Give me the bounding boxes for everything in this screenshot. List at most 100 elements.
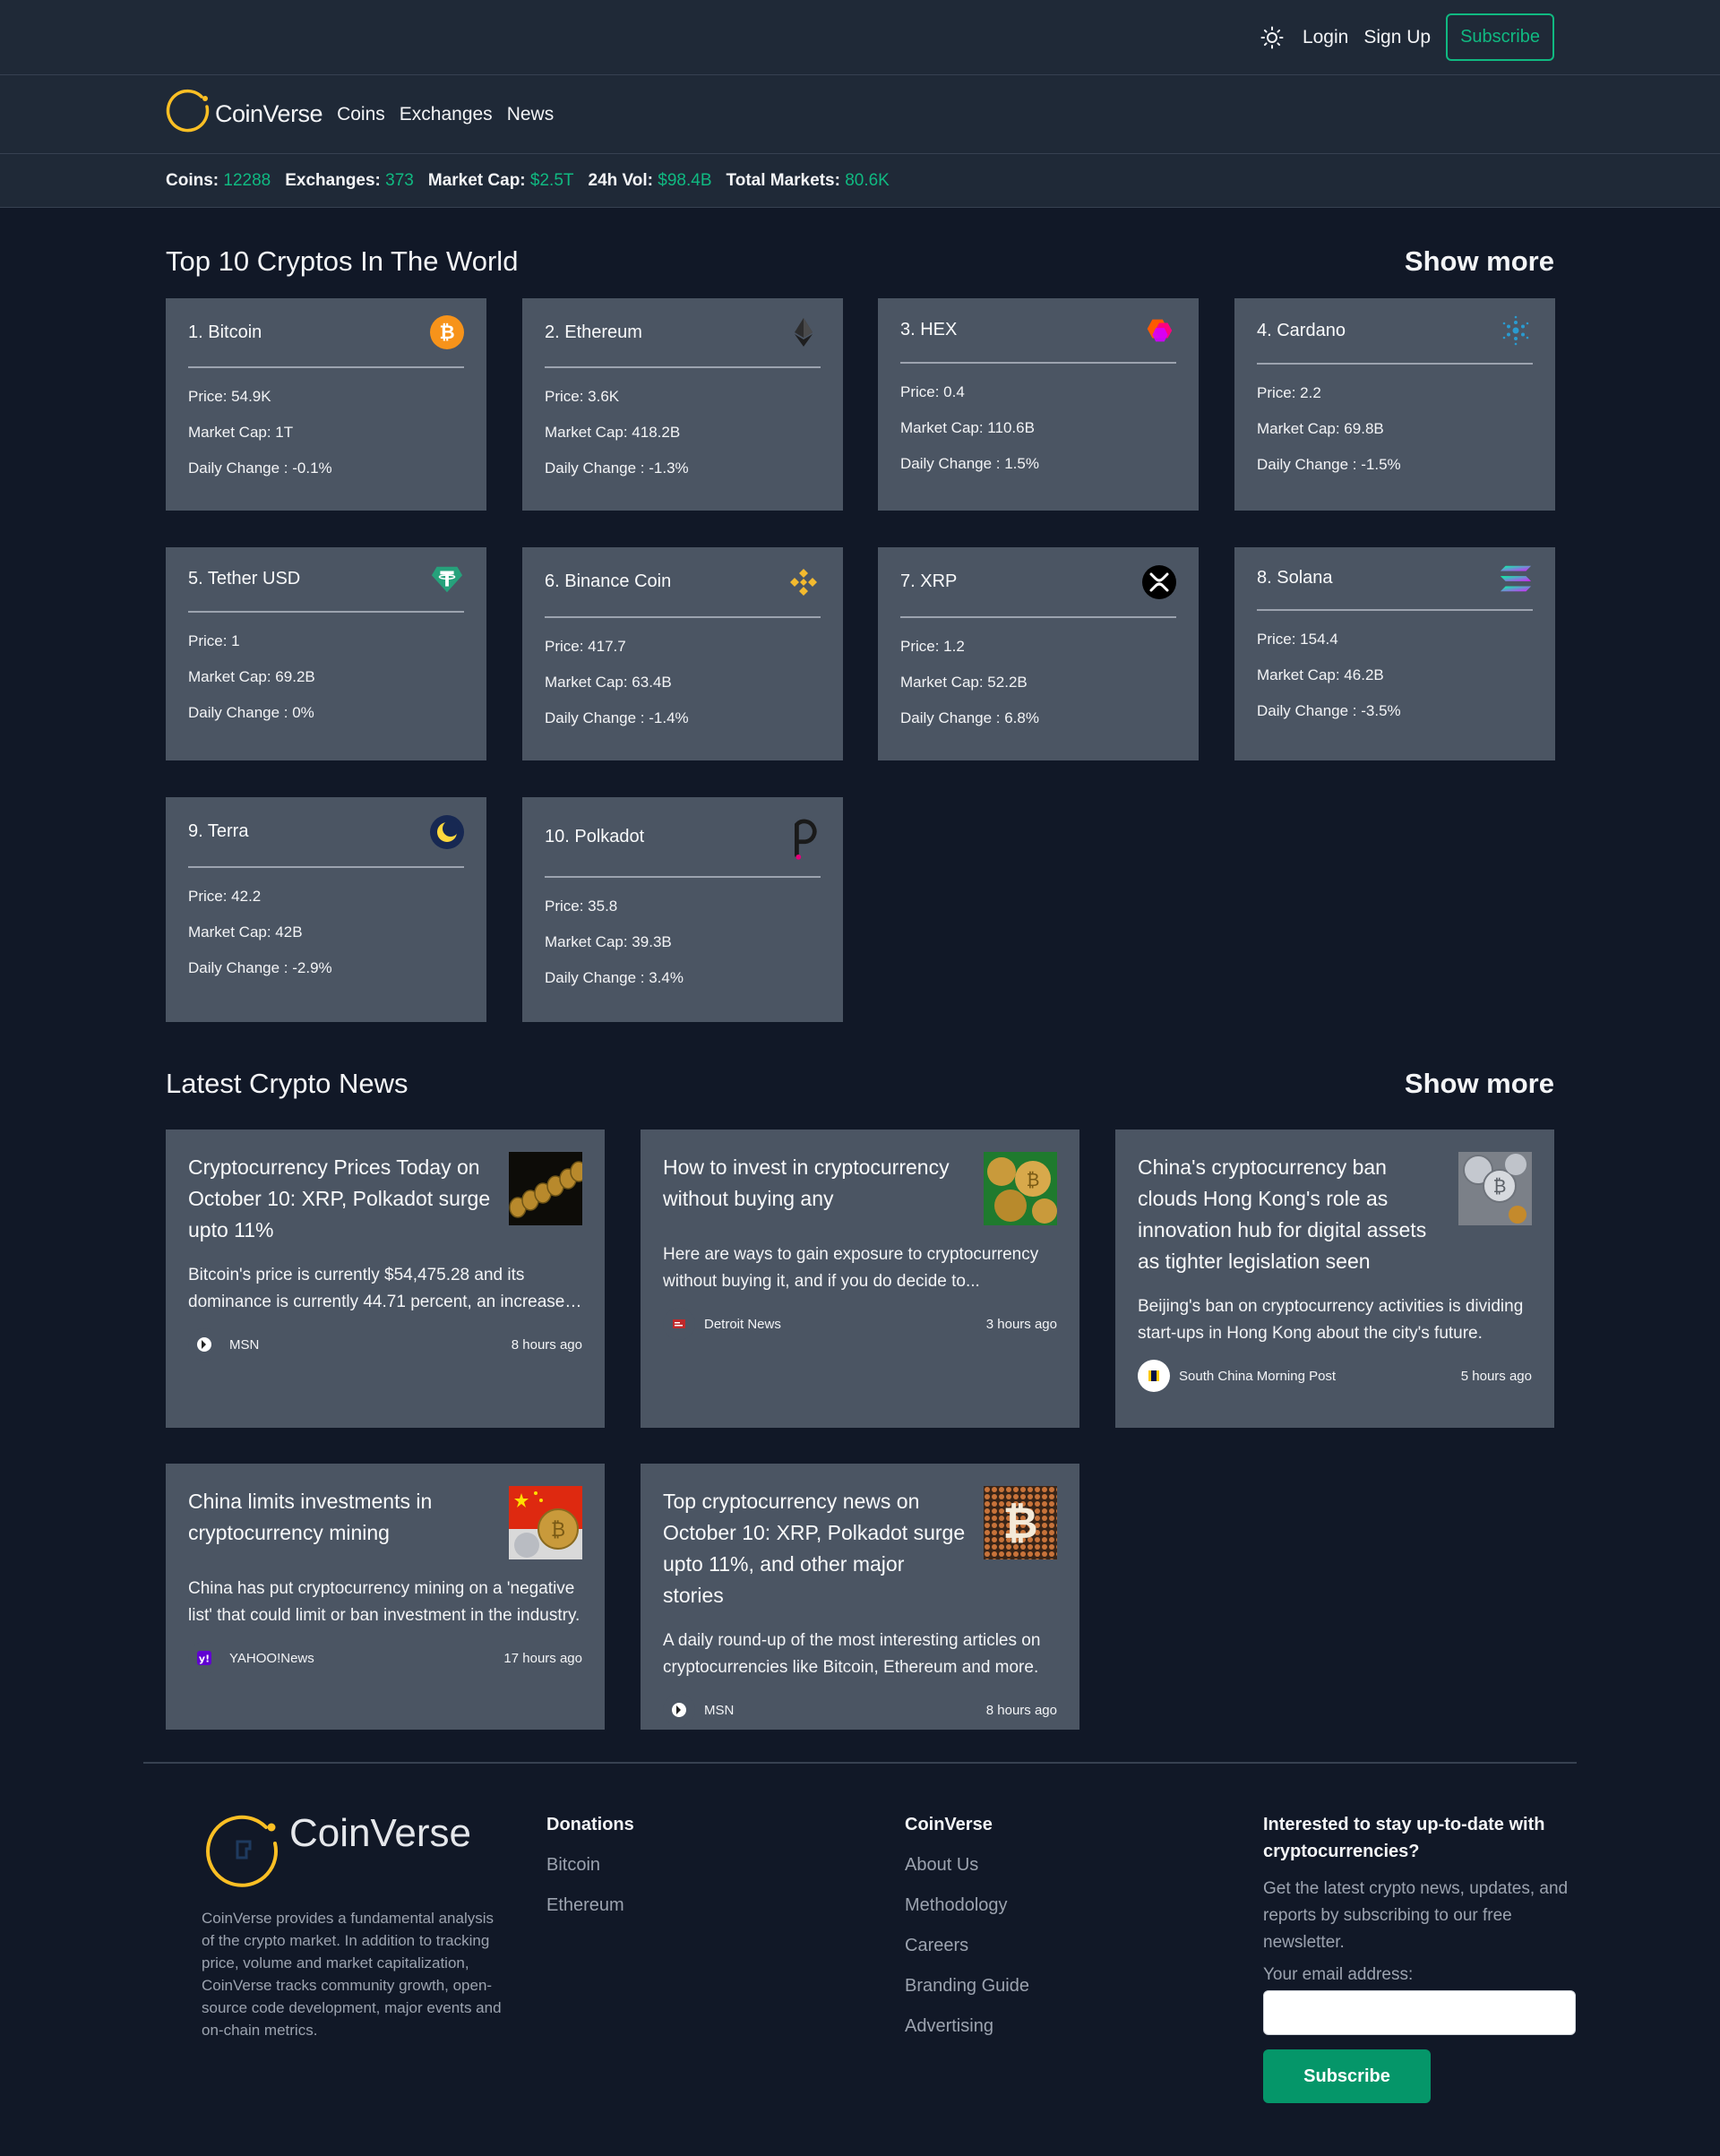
svg-text:₿: ₿ (439, 322, 454, 343)
crypto-card[interactable]: 5. Tether USD Price: 1 Market Cap: 69.2B… (166, 547, 486, 760)
news-footer: South China Morning Post 5 hours ago (1138, 1360, 1532, 1392)
news-provider: South China Morning Post (1138, 1360, 1336, 1392)
show-more-cryptos-link[interactable]: Show more (1405, 245, 1554, 278)
crypto-market-cap: Market Cap: 63.4B (545, 674, 672, 691)
terra-icon (430, 814, 464, 849)
news-title: China's cryptocurrency ban clouds Hong K… (1138, 1155, 1427, 1273)
news-provider: MSN (663, 1694, 734, 1726)
footer-description: CoinVerse provides a fundamental analysi… (202, 1910, 502, 2039)
news-card-top: Cryptocurrency Prices Today on October 1… (188, 1152, 588, 1246)
stat-value: $98.4B (658, 170, 712, 190)
brand-name: CoinVerse (215, 100, 323, 127)
crypto-card[interactable]: 10. Polkadot Price: 35.8 Market Cap: 39.… (522, 797, 843, 1022)
donation-link-ethereum[interactable]: Ethereum (546, 1892, 634, 1919)
stat-label: Coins: (166, 170, 219, 190)
crypto-card-header: 7. XRP (900, 547, 1176, 618)
subscribe-button[interactable]: Subscribe (1446, 13, 1554, 61)
footer-link-careers[interactable]: Careers (905, 1932, 1029, 1959)
crypto-name: 5. Tether USD (188, 569, 301, 588)
news-card[interactable]: Top cryptocurrency news on October 10: X… (641, 1464, 1079, 1730)
detroit-news-icon (663, 1308, 695, 1340)
gold-coins-thumbnail (509, 1152, 588, 1225)
crypto-price: Price: 1.2 (900, 638, 965, 655)
crypto-market-cap: Market Cap: 42B (188, 923, 303, 941)
crypto-name: 9. Terra (188, 821, 249, 841)
footer-link-branding-guide[interactable]: Branding Guide (905, 1972, 1029, 1999)
news-card-top: China limits investments in cryptocurren… (188, 1486, 582, 1559)
crypto-card-header: 8. Solana (1257, 547, 1533, 611)
svg-text:₿: ₿ (1027, 1169, 1040, 1190)
stat-label: Exchanges: (285, 170, 381, 190)
crypto-card[interactable]: 9. Terra Price: 42.2 Market Cap: 42B Dai… (166, 797, 486, 1022)
crypto-card-body: Price: 154.4 Market Cap: 46.2B Daily Cha… (1257, 611, 1533, 729)
crypto-card[interactable]: 6. Binance Coin Price: 417.7 Market Cap:… (522, 547, 843, 760)
footer-link-about-us[interactable]: About Us (905, 1851, 1029, 1878)
crypto-card-header: 5. Tether USD (188, 547, 464, 613)
china-flag-coins-thumbnail: ₿ (509, 1486, 582, 1559)
crypto-name: 2. Ethereum (545, 322, 642, 342)
xrp-icon (1142, 564, 1176, 599)
signup-link[interactable]: Sign Up (1363, 27, 1431, 48)
svg-text:₿: ₿ (1002, 1499, 1037, 1549)
news-description: Bitcoin's price is currently $54,475.28 … (188, 1266, 565, 1311)
news-title: Top cryptocurrency news on October 10: X… (663, 1490, 966, 1607)
crypto-card[interactable]: 7. XRP Price: 1.2 Market Cap: 52.2B Dail… (878, 547, 1199, 760)
crypto-daily-change: Daily Change : -1.4% (545, 709, 689, 726)
crypto-card[interactable]: 1. Bitcoin ₿ Price: 54.9K Market Cap: 1T… (166, 298, 486, 511)
crypto-card[interactable]: 2. Ethereum Price: 3.6K Market Cap: 418.… (522, 298, 843, 511)
crypto-card-header: 6. Binance Coin (545, 547, 821, 618)
ethereum-icon (787, 315, 821, 349)
show-more-news-link[interactable]: Show more (1405, 1068, 1554, 1100)
login-link[interactable]: Login (1303, 27, 1348, 48)
stat-value: 373 (385, 170, 414, 190)
polkadot-icon (787, 812, 821, 862)
crypto-market-cap: Market Cap: 1T (188, 424, 294, 441)
footer-link-advertising[interactable]: Advertising (905, 2013, 1029, 2040)
company-heading: CoinVerse (905, 1815, 993, 1834)
crypto-card[interactable]: 8. Solana Price: 154.4 Market Cap: 46.2B… (1234, 547, 1555, 760)
crypto-name: 4. Cardano (1257, 320, 1346, 340)
footer-brand[interactable]: CoinVerse (202, 1811, 502, 1898)
crypto-market-cap: Market Cap: 39.3B (545, 933, 672, 950)
stat-total-markets: Total Markets: 80.6K (727, 171, 890, 191)
crypto-daily-change: Daily Change : -0.1% (188, 460, 332, 477)
news-card[interactable]: How to invest in cryptocurrency without … (641, 1130, 1079, 1428)
crypto-price: Price: 42.2 (188, 888, 262, 905)
crypto-card-header: 4. Cardano (1257, 298, 1533, 365)
crypto-daily-change: Daily Change : 3.4% (545, 969, 684, 986)
yahoo-icon: y! (188, 1642, 220, 1674)
crypto-name: 6. Binance Coin (545, 571, 672, 591)
donation-link-bitcoin[interactable]: Bitcoin (546, 1851, 634, 1878)
main-nav: CoinVerse Coins Exchanges News (0, 75, 1720, 154)
crypto-market-cap: Market Cap: 418.2B (545, 424, 681, 441)
section-title: Top 10 Cryptos In The World (166, 245, 519, 277)
crypto-price: Price: 417.7 (545, 638, 626, 655)
news-provider: y! YAHOO!News (188, 1642, 314, 1674)
newsletter-subscribe-button[interactable]: Subscribe (1263, 2049, 1431, 2103)
crypto-market-cap: Market Cap: 110.6B (900, 419, 1035, 436)
crypto-daily-change: Daily Change : -1.5% (1257, 456, 1401, 473)
brand[interactable]: CoinVerse (166, 89, 323, 140)
nav-link-news[interactable]: News (507, 104, 555, 125)
nav-link-coins[interactable]: Coins (337, 104, 385, 125)
email-input[interactable] (1263, 1990, 1576, 2035)
footer-link-methodology[interactable]: Methodology (905, 1892, 1029, 1919)
stat-24h-volume: 24h Vol: $98.4B (589, 171, 712, 191)
news-description: Beijing's ban on cryptocurrency activiti… (1138, 1297, 1524, 1343)
crypto-market-cap: Market Cap: 69.8B (1257, 420, 1384, 437)
nav-link-exchanges[interactable]: Exchanges (400, 104, 493, 125)
crypto-market-cap: Market Cap: 46.2B (1257, 666, 1384, 683)
solana-icon (1499, 562, 1533, 596)
footer-divider (143, 1762, 1577, 1764)
cardano-icon (1499, 314, 1533, 348)
sun-icon[interactable] (1260, 25, 1285, 50)
crypto-card-body: Price: 0.4 Market Cap: 110.6B Daily Chan… (900, 364, 1176, 482)
crypto-card[interactable]: 4. Cardano Price: 2.2 Market Cap: 69.8B … (1234, 298, 1555, 511)
news-card[interactable]: Cryptocurrency Prices Today on October 1… (166, 1130, 605, 1428)
news-time: 8 hours ago (511, 1336, 582, 1353)
stat-coins: Coins: 12288 (166, 171, 271, 191)
news-card[interactable]: China limits investments in cryptocurren… (166, 1464, 605, 1730)
news-card[interactable]: China's cryptocurrency ban clouds Hong K… (1115, 1130, 1554, 1428)
crypto-card[interactable]: 3. HEX Price: 0.4 Market Cap: 110.6B Dai… (878, 298, 1199, 511)
news-title: China limits investments in cryptocurren… (188, 1490, 433, 1544)
